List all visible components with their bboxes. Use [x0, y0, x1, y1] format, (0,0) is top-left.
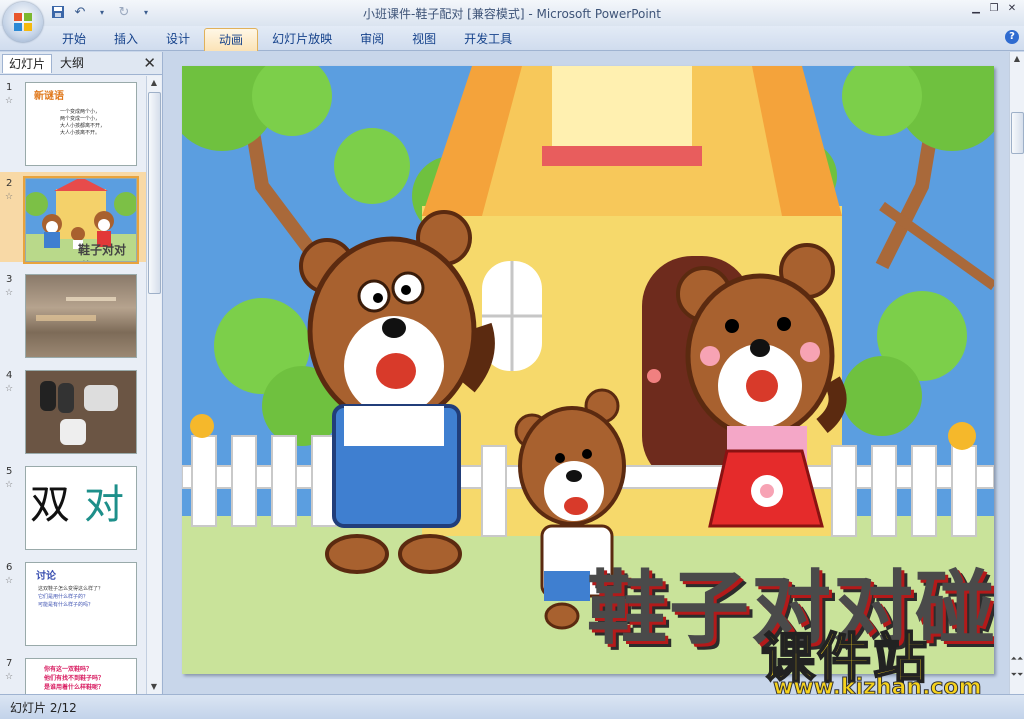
- slide-thumbnail-2[interactable]: 2 ☆ 鞋子对对碰: [0, 172, 146, 264]
- thumb-image: 讨论 这双鞋子怎么变得这么样了？ 它们是用什么样子的？ 可能是有什么样子的吗？: [25, 562, 137, 646]
- thumb-shoe: [60, 419, 86, 445]
- tab-2[interactable]: 插入: [100, 28, 152, 50]
- tab-4[interactable]: 动画: [204, 28, 259, 51]
- animation-star-icon: ☆: [5, 192, 14, 202]
- slide-thumbnail-5[interactable]: 5 ☆ 双 对: [0, 460, 146, 550]
- slide-number: 7: [6, 658, 13, 669]
- tab-6[interactable]: 审阅: [346, 28, 398, 50]
- restore-icon[interactable]: ❐: [986, 2, 1002, 16]
- slide-editor: 鞋子对对碰 ▲ ⏶⏶ ⏷⏷ 课件站 www.kjzhan.com: [163, 52, 1024, 701]
- thumb-word-2: 对: [84, 482, 124, 528]
- slide-thumbnail-3[interactable]: 3 ☆: [0, 268, 146, 358]
- slide-thumbnail-6[interactable]: 6 ☆ 讨论 这双鞋子怎么变得这么样了？ 它们是用什么样子的？ 可能是有什么样子…: [0, 556, 146, 646]
- slide-thumbnail-7[interactable]: 7 ☆ 你有这一双鞋吗？ 他们有找不到鞋子吗？ 是谁用着什么样鞋呢？: [0, 652, 146, 694]
- animation-star-icon: ☆: [5, 384, 14, 394]
- pane-tabs: 幻灯片 大纲 ✕: [0, 52, 162, 75]
- thumb-line: 可能是有什么样子的吗？: [38, 602, 94, 608]
- slide-scrollbar[interactable]: ▲ ⏶⏶ ⏷⏷: [1009, 52, 1024, 694]
- thumb-title: 新谜语: [34, 91, 64, 102]
- status-bar: 幻灯片 2/12: [0, 694, 1024, 719]
- next-slide-icon[interactable]: ⏷⏷: [1010, 670, 1024, 680]
- thumb-text: 你有这一双鞋吗？ 他们有找不到鞋子吗？ 是谁用着什么样鞋呢？: [44, 665, 104, 692]
- animation-star-icon: ☆: [5, 288, 14, 298]
- ribbon-tabs-bar: 开始 插入 设计 动画 幻灯片放映 审阅 视图 开发工具 ?: [0, 26, 1024, 51]
- document-name: 小班课件-鞋子配对 [兼容模式]: [363, 7, 525, 21]
- thumb-shoe: [40, 381, 56, 411]
- tab-slides[interactable]: 幻灯片: [2, 54, 53, 73]
- scroll-thumb[interactable]: [1011, 112, 1024, 154]
- tab-1[interactable]: 开始: [48, 28, 100, 50]
- thumb-shape: [66, 297, 116, 301]
- slide-thumbnail-1[interactable]: 1 ☆ 新谜语 一个变成两个小， 两个变成一个小， 大人小孩都离不开， 大人小孩…: [0, 76, 146, 166]
- animation-star-icon: ☆: [5, 480, 14, 490]
- thumb-line: 一个变成两个小，: [60, 109, 101, 115]
- thumb-shape: [36, 315, 96, 321]
- office-button[interactable]: [3, 2, 43, 42]
- thumb-image: 鞋子对对碰: [23, 176, 139, 264]
- slide-number: 3: [6, 274, 13, 285]
- thumb-word-1: 双: [30, 482, 70, 528]
- animation-star-icon: ☆: [5, 672, 14, 682]
- thumb-image: [25, 274, 137, 358]
- ribbon-tabs: 开始 插入 设计 动画 幻灯片放映 审阅 视图 开发工具: [48, 28, 526, 51]
- thumb-caption: 鞋子对对碰: [78, 243, 127, 261]
- slide-number: 5: [6, 466, 13, 477]
- tab-outline[interactable]: 大纲: [54, 54, 90, 72]
- slide-thumbnail-4[interactable]: 4 ☆: [0, 364, 146, 454]
- slide-counter: 幻灯片 2/12: [10, 701, 77, 715]
- tab-3[interactable]: 设计: [152, 28, 204, 50]
- thumb-text: 这双鞋子怎么变得这么样了？ 它们是用什么样子的？ 可能是有什么样子的吗？: [38, 585, 103, 609]
- thumb-line: 大人小孩都离不开，: [60, 123, 106, 129]
- help-icon[interactable]: ?: [1005, 30, 1019, 44]
- thumb-line: 是谁用着什么样鞋呢？: [44, 684, 105, 691]
- animation-star-icon: ☆: [5, 96, 14, 106]
- thumb-image: 新谜语 一个变成两个小， 两个变成一个小， 大人小孩都离不开， 大人小孩离不开。: [25, 82, 137, 166]
- window-title: 小班课件-鞋子配对 [兼容模式] - Microsoft PowerPoint: [0, 5, 1024, 22]
- title-bar: ↶ ▾ ↻ ▾ 小班课件-鞋子配对 [兼容模式] - Microsoft Pow…: [0, 0, 1024, 26]
- thumb-line: 它们是用什么样子的？: [38, 594, 89, 600]
- slide-thumbnail-list: 1 ☆ 新谜语 一个变成两个小， 两个变成一个小， 大人小孩都离不开， 大人小孩…: [0, 76, 146, 694]
- thumb-line: 你有这一双鞋吗？: [44, 666, 93, 673]
- thumb-title: 讨论: [36, 571, 56, 582]
- current-slide[interactable]: 鞋子对对碰: [182, 66, 994, 674]
- tab-8[interactable]: 开发工具: [450, 28, 526, 50]
- slide-number: 4: [6, 370, 13, 381]
- thumb-text: 一个变成两个小， 两个变成一个小， 大人小孩都离不开， 大人小孩离不开。: [60, 109, 105, 137]
- close-window-icon[interactable]: ✕: [1004, 2, 1020, 16]
- scroll-down-icon[interactable]: ▼: [147, 680, 161, 694]
- title-separator: -: [524, 7, 537, 21]
- slide-number: 6: [6, 562, 13, 573]
- scroll-up-icon[interactable]: ▲: [1010, 54, 1024, 63]
- office-logo-icon: [14, 13, 32, 31]
- thumb-image: 你有这一双鞋吗？ 他们有找不到鞋子吗？ 是谁用着什么样鞋呢？: [25, 658, 137, 694]
- slide-number: 1: [6, 82, 13, 93]
- thumb-line: 这双鞋子怎么变得这么样了？: [38, 586, 104, 592]
- tab-5[interactable]: 幻灯片放映: [258, 28, 346, 50]
- app-name: Microsoft PowerPoint: [536, 7, 661, 21]
- slides-pane: 幻灯片 大纲 ✕ 1 ☆ 新谜语 一个变成两个小， 两个变成一个小， 大人小孩都…: [0, 52, 163, 694]
- thumb-line: 两个变成一个小，: [60, 116, 101, 122]
- tab-7[interactable]: 视图: [398, 28, 450, 50]
- thumbnail-scrollbar[interactable]: ▲ ▼: [146, 76, 161, 694]
- animation-star-icon: ☆: [5, 576, 14, 586]
- minimize-icon[interactable]: ▁: [968, 2, 984, 16]
- thumb-line: 大人小孩离不开。: [60, 130, 101, 136]
- thumb-image: [25, 370, 137, 454]
- slide-number: 2: [6, 178, 13, 189]
- prev-slide-icon[interactable]: ⏶⏶: [1010, 654, 1024, 664]
- scroll-thumb[interactable]: [148, 92, 161, 294]
- thumb-shoe: [58, 383, 74, 413]
- thumb-line: 他们有找不到鞋子吗？: [44, 675, 105, 682]
- thumb-image: 双 对: [25, 466, 137, 550]
- close-pane-icon[interactable]: ✕: [143, 54, 156, 72]
- scroll-up-icon[interactable]: ▲: [147, 76, 161, 90]
- window-controls: ▁ ❐ ✕: [968, 2, 1020, 16]
- thumb-shoe: [84, 385, 118, 411]
